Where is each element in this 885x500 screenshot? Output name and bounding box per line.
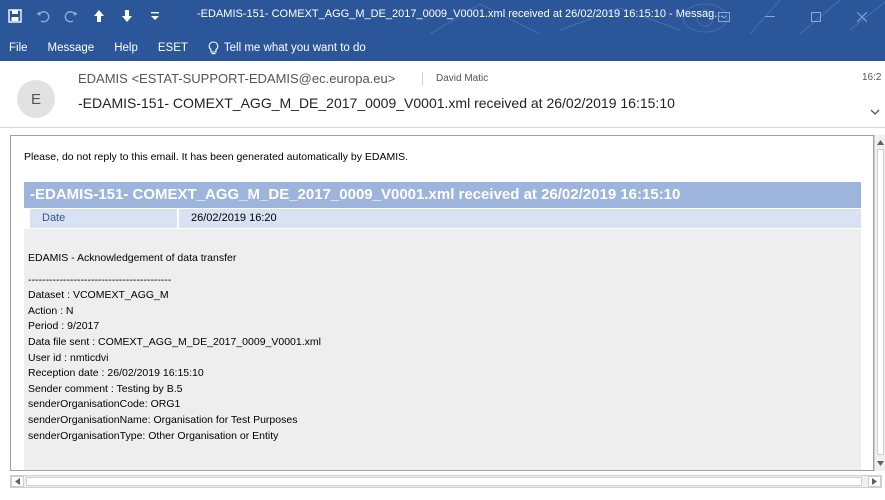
- message-title-banner: -EDAMIS-151- COMEXT_AGG_M_DE_2017_0009_V…: [24, 182, 861, 208]
- recipient-divider: [422, 72, 423, 86]
- sender-address[interactable]: EDAMIS <ESTAT-SUPPORT-EDAMIS@ec.europa.e…: [78, 71, 395, 86]
- scroll-right-icon[interactable]: [868, 476, 881, 487]
- menu-message[interactable]: Message: [48, 42, 95, 54]
- ribbon-display-options-icon[interactable]: [701, 0, 747, 34]
- date-value: 26/02/2019 16:20: [179, 209, 861, 228]
- acknowledgement-content: EDAMIS - Acknowledgement of data transfe…: [24, 229, 861, 470]
- content-line: senderOrganisationType: Other Organisati…: [28, 429, 279, 442]
- content-line: Data file sent : COMEXT_AGG_M_DE_2017_00…: [28, 335, 321, 348]
- arrow-up-icon[interactable]: [90, 7, 107, 24]
- scroll-left-icon[interactable]: [11, 476, 24, 487]
- menu-file[interactable]: File: [9, 42, 28, 54]
- content-line: User id : nmticdvi: [28, 351, 109, 364]
- message-body: Please, do not reply to this email. It h…: [10, 135, 874, 471]
- scroll-down-icon[interactable]: [876, 458, 885, 469]
- vertical-scroll-thumb[interactable]: [877, 149, 884, 455]
- recipient-name[interactable]: David Matic: [436, 73, 488, 84]
- title-bar: -EDAMIS-151- COMEXT_AGG_M_DE_2017_0009_V…: [0, 0, 885, 34]
- close-icon[interactable]: [839, 0, 885, 34]
- menu-bar: File Message Help ESET Tell me what you …: [0, 34, 885, 61]
- content-line: senderOrganisationName: Organisation for…: [28, 413, 298, 426]
- undo-icon[interactable]: [34, 7, 51, 24]
- menu-eset[interactable]: ESET: [158, 42, 188, 54]
- tell-me-label: Tell me what you want to do: [223, 41, 366, 54]
- save-icon[interactable]: [6, 7, 23, 24]
- chevron-down-icon[interactable]: [870, 103, 880, 121]
- horizontal-scroll-thumb[interactable]: [26, 477, 862, 486]
- content-line: Sender comment : Testing by B.5: [28, 382, 183, 395]
- menu-help[interactable]: Help: [114, 42, 138, 54]
- window-title: -EDAMIS-151- COMEXT_AGG_M_DE_2017_0009_V…: [197, 8, 724, 20]
- content-line: Period : 9/2017: [28, 320, 100, 333]
- arrow-down-icon[interactable]: [118, 7, 135, 24]
- tell-me-search[interactable]: Tell me what you want to do: [208, 40, 366, 55]
- header-divider: [0, 127, 885, 128]
- window-controls: [701, 0, 885, 34]
- quick-access-toolbar: [6, 7, 163, 24]
- content-line: Action : N: [28, 304, 74, 317]
- date-label: Date: [30, 209, 177, 228]
- content-line: Dataset : VCOMEXT_AGG_M: [28, 289, 169, 302]
- redo-icon[interactable]: [62, 7, 79, 24]
- vertical-scrollbar[interactable]: [874, 135, 885, 471]
- customize-qat-icon[interactable]: [146, 7, 163, 24]
- message-header-pane: E EDAMIS <ESTAT-SUPPORT-EDAMIS@ec.europa…: [0, 61, 885, 127]
- horizontal-scrollbar[interactable]: [10, 475, 882, 488]
- content-line: EDAMIS - Acknowledgement of data transfe…: [28, 252, 237, 264]
- avatar[interactable]: E: [17, 80, 55, 118]
- lightbulb-icon: [208, 40, 219, 54]
- content-line: ----------------------------------------…: [28, 273, 172, 286]
- received-time: 16:2: [862, 72, 882, 83]
- scroll-up-icon[interactable]: [876, 137, 885, 148]
- do-not-reply-notice: Please, do not reply to this email. It h…: [24, 151, 409, 163]
- content-line: Reception date : 26/02/2019 16:15:10: [28, 367, 204, 380]
- content-line: senderOrganisationCode: ORG1: [28, 398, 181, 411]
- date-row: Date 26/02/2019 16:20: [24, 208, 861, 229]
- maximize-icon[interactable]: [793, 0, 839, 34]
- message-subject: -EDAMIS-151- COMEXT_AGG_M_DE_2017_0009_V…: [78, 95, 675, 111]
- minimize-icon[interactable]: [747, 0, 793, 34]
